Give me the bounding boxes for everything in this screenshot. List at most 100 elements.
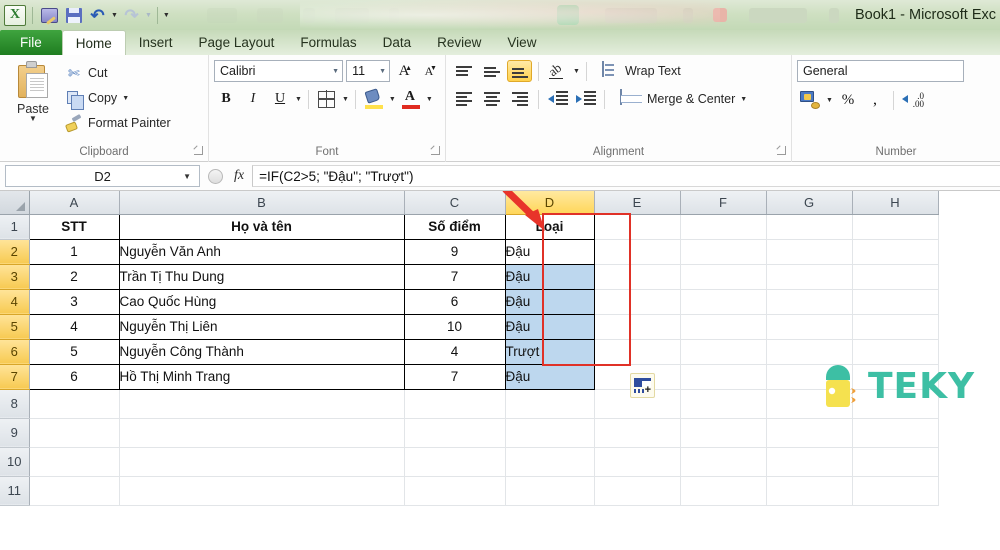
excel-logo-icon[interactable]: X (4, 4, 26, 26)
cell-f7[interactable] (680, 364, 767, 390)
copy-button[interactable]: Copy ▼ (65, 87, 171, 110)
increase-indent-button[interactable] (573, 88, 598, 110)
cell-e4[interactable] (594, 289, 681, 315)
cell-a7[interactable]: 6 (28, 363, 120, 390)
cell-h6[interactable] (852, 339, 939, 365)
redo-icon[interactable]: ↷ (121, 5, 142, 26)
cell-d5[interactable]: Đậu (504, 313, 595, 340)
row-header-5[interactable]: 5 (0, 314, 30, 340)
cell-c10[interactable] (404, 447, 506, 477)
cell-c5[interactable]: 10 (403, 313, 506, 340)
cell-b1[interactable]: Họ và tên (118, 213, 405, 240)
percent-style-button[interactable]: % (836, 89, 860, 111)
cell-b6[interactable]: Nguyễn Công Thành (118, 338, 405, 365)
paste-dropdown-icon[interactable]: ▼ (29, 115, 37, 123)
copy-dropdown-icon[interactable]: ▼ (122, 95, 129, 102)
borders-dropdown-icon[interactable]: ▼ (342, 96, 349, 103)
font-color-button[interactable]: A (399, 88, 423, 110)
cell-c1[interactable]: Số điểm (403, 213, 506, 240)
italic-button[interactable]: I (241, 88, 265, 110)
row-header-1[interactable]: 1 (0, 214, 30, 240)
cell-f2[interactable] (680, 239, 767, 265)
row-header-11[interactable]: 11 (0, 476, 30, 506)
alignment-dialog-launcher-icon[interactable] (777, 146, 786, 155)
cell-d11[interactable] (505, 476, 595, 506)
bottom-align-button[interactable] (507, 60, 532, 82)
cell-b8[interactable] (119, 389, 405, 419)
row-header-3[interactable]: 3 (0, 264, 30, 290)
format-painter-button[interactable]: Format Painter (65, 112, 171, 134)
cell-h10[interactable] (852, 447, 939, 477)
cell-d10[interactable] (505, 447, 595, 477)
column-header-d[interactable]: D (505, 191, 595, 215)
cell-c11[interactable] (404, 476, 506, 506)
cell-e10[interactable] (594, 447, 681, 477)
align-center-button[interactable] (479, 88, 504, 110)
insert-function-icon[interactable]: fx (234, 168, 244, 184)
save-icon[interactable] (63, 5, 84, 26)
cell-g11[interactable] (766, 476, 853, 506)
underline-button[interactable]: U (268, 88, 292, 110)
cell-d7[interactable]: Đậu (504, 363, 595, 390)
merge-center-button[interactable]: Merge & Center ▼ (620, 88, 747, 110)
cell-g10[interactable] (766, 447, 853, 477)
column-header-c[interactable]: C (404, 191, 506, 215)
undo-dropdown-icon[interactable]: ▼ (111, 12, 118, 19)
cell-e6[interactable] (594, 339, 681, 365)
undo-icon[interactable]: ↶ (87, 5, 108, 26)
tab-view[interactable]: View (494, 30, 549, 55)
tab-review[interactable]: Review (424, 30, 494, 55)
cell-g9[interactable] (766, 418, 853, 448)
cell-e1[interactable] (594, 214, 681, 240)
cell-a10[interactable] (29, 447, 120, 477)
row-header-4[interactable]: 4 (0, 289, 30, 315)
cell-h11[interactable] (852, 476, 939, 506)
cell-a4[interactable]: 3 (28, 288, 120, 315)
formula-input[interactable]: =IF(C2>5; "Đậu"; "Trượt") (252, 165, 1000, 187)
cell-b3[interactable]: Trần Tị Thu Dung (118, 263, 405, 290)
row-header-7[interactable]: 7 (0, 364, 30, 390)
font-dialog-launcher-icon[interactable] (431, 146, 440, 155)
orientation-dropdown-icon[interactable]: ▼ (573, 68, 580, 75)
cell-c4[interactable]: 6 (403, 288, 506, 315)
cell-h1[interactable] (852, 214, 939, 240)
redo-dropdown-icon[interactable]: ▼ (145, 12, 152, 19)
cell-d2[interactable]: Đậu (504, 238, 595, 265)
comma-style-button[interactable]: , (863, 89, 887, 111)
number-format-combo[interactable]: General (797, 60, 964, 82)
cell-c2[interactable]: 9 (403, 238, 506, 265)
auto-fill-options-button[interactable]: + (630, 373, 655, 398)
cell-e3[interactable] (594, 264, 681, 290)
tab-data[interactable]: Data (370, 30, 425, 55)
cell-a1[interactable]: STT (28, 213, 120, 240)
name-box-dropdown-icon[interactable]: ▼ (183, 172, 191, 181)
font-name-dropdown-icon[interactable]: ▼ (332, 68, 339, 75)
cell-f3[interactable] (680, 264, 767, 290)
cell-g6[interactable] (766, 339, 853, 365)
cell-e5[interactable] (594, 314, 681, 340)
cell-d3[interactable]: Đậu (504, 263, 595, 290)
cell-h3[interactable] (852, 264, 939, 290)
name-box[interactable]: D2 ▼ (5, 165, 200, 187)
tab-page-layout[interactable]: Page Layout (186, 30, 288, 55)
tab-insert[interactable]: Insert (126, 30, 186, 55)
cell-a8[interactable] (29, 389, 120, 419)
wrap-text-button[interactable]: Wrap Text (601, 60, 681, 82)
cell-c6[interactable]: 4 (403, 338, 506, 365)
column-header-e[interactable]: E (594, 191, 681, 215)
cell-a5[interactable]: 4 (28, 313, 120, 340)
underline-dropdown-icon[interactable]: ▼ (295, 96, 302, 103)
row-header-6[interactable]: 6 (0, 339, 30, 365)
column-header-h[interactable]: H (852, 191, 939, 215)
insert-function-collapse-icon[interactable] (208, 168, 223, 184)
cell-b11[interactable] (119, 476, 405, 506)
cell-e11[interactable] (594, 476, 681, 506)
quick-access-toolbar[interactable]: X ↶ ▼ ↷ ▼ ▼ (0, 4, 399, 26)
align-left-button[interactable] (451, 88, 476, 110)
increase-decimal-button[interactable]: .0.00 (900, 89, 926, 111)
cell-g3[interactable] (766, 264, 853, 290)
paste-button[interactable]: Paste ▼ (5, 59, 61, 145)
cell-b9[interactable] (119, 418, 405, 448)
fill-color-dropdown-icon[interactable]: ▼ (389, 96, 396, 103)
accounting-dropdown-icon[interactable]: ▼ (826, 97, 833, 104)
